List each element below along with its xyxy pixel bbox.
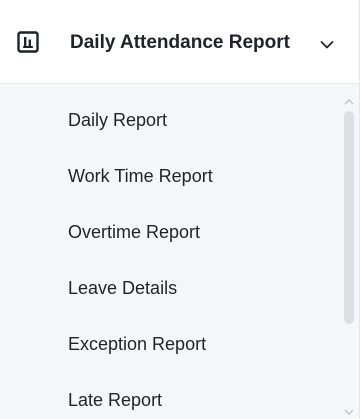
vertical-scrollbar[interactable] bbox=[340, 84, 358, 419]
submenu-item-label: Leave Details bbox=[68, 278, 178, 298]
submenu-item-label: Overtime Report bbox=[68, 222, 201, 242]
submenu: Daily Report Work Time Report Overtime R… bbox=[0, 84, 359, 419]
submenu-item-late-report[interactable]: Late Report bbox=[0, 374, 335, 419]
submenu-item-label: Late Report bbox=[68, 390, 163, 410]
scrollbar-thumb[interactable] bbox=[344, 111, 354, 324]
submenu-item-label: Work Time Report bbox=[68, 166, 213, 186]
menu-header-title: Daily Attendance Report bbox=[70, 32, 290, 53]
scroll-up-arrow-icon[interactable] bbox=[344, 92, 354, 105]
attendance-sidebar: Daily Attendance Report Daily Report Wor… bbox=[0, 0, 360, 419]
scroll-down-arrow-icon[interactable] bbox=[344, 402, 354, 415]
submenu-item-label: Exception Report bbox=[68, 334, 207, 354]
daily-attendance-report-menu-header[interactable]: Daily Attendance Report bbox=[0, 0, 359, 84]
navigation-panel: Daily Attendance Report Daily Report Wor… bbox=[0, 0, 360, 419]
submenu-item-daily-report[interactable]: Daily Report bbox=[0, 94, 335, 150]
chevron-down-icon[interactable] bbox=[320, 37, 334, 49]
submenu-item-work-time-report[interactable]: Work Time Report bbox=[0, 150, 335, 206]
submenu-item-overtime-report[interactable]: Overtime Report bbox=[0, 206, 335, 262]
submenu-item-leave-details[interactable]: Leave Details bbox=[0, 262, 335, 318]
submenu-item-exception-report[interactable]: Exception Report bbox=[0, 318, 335, 374]
submenu-item-label: Daily Report bbox=[68, 110, 168, 130]
report-chart-icon bbox=[17, 31, 39, 53]
